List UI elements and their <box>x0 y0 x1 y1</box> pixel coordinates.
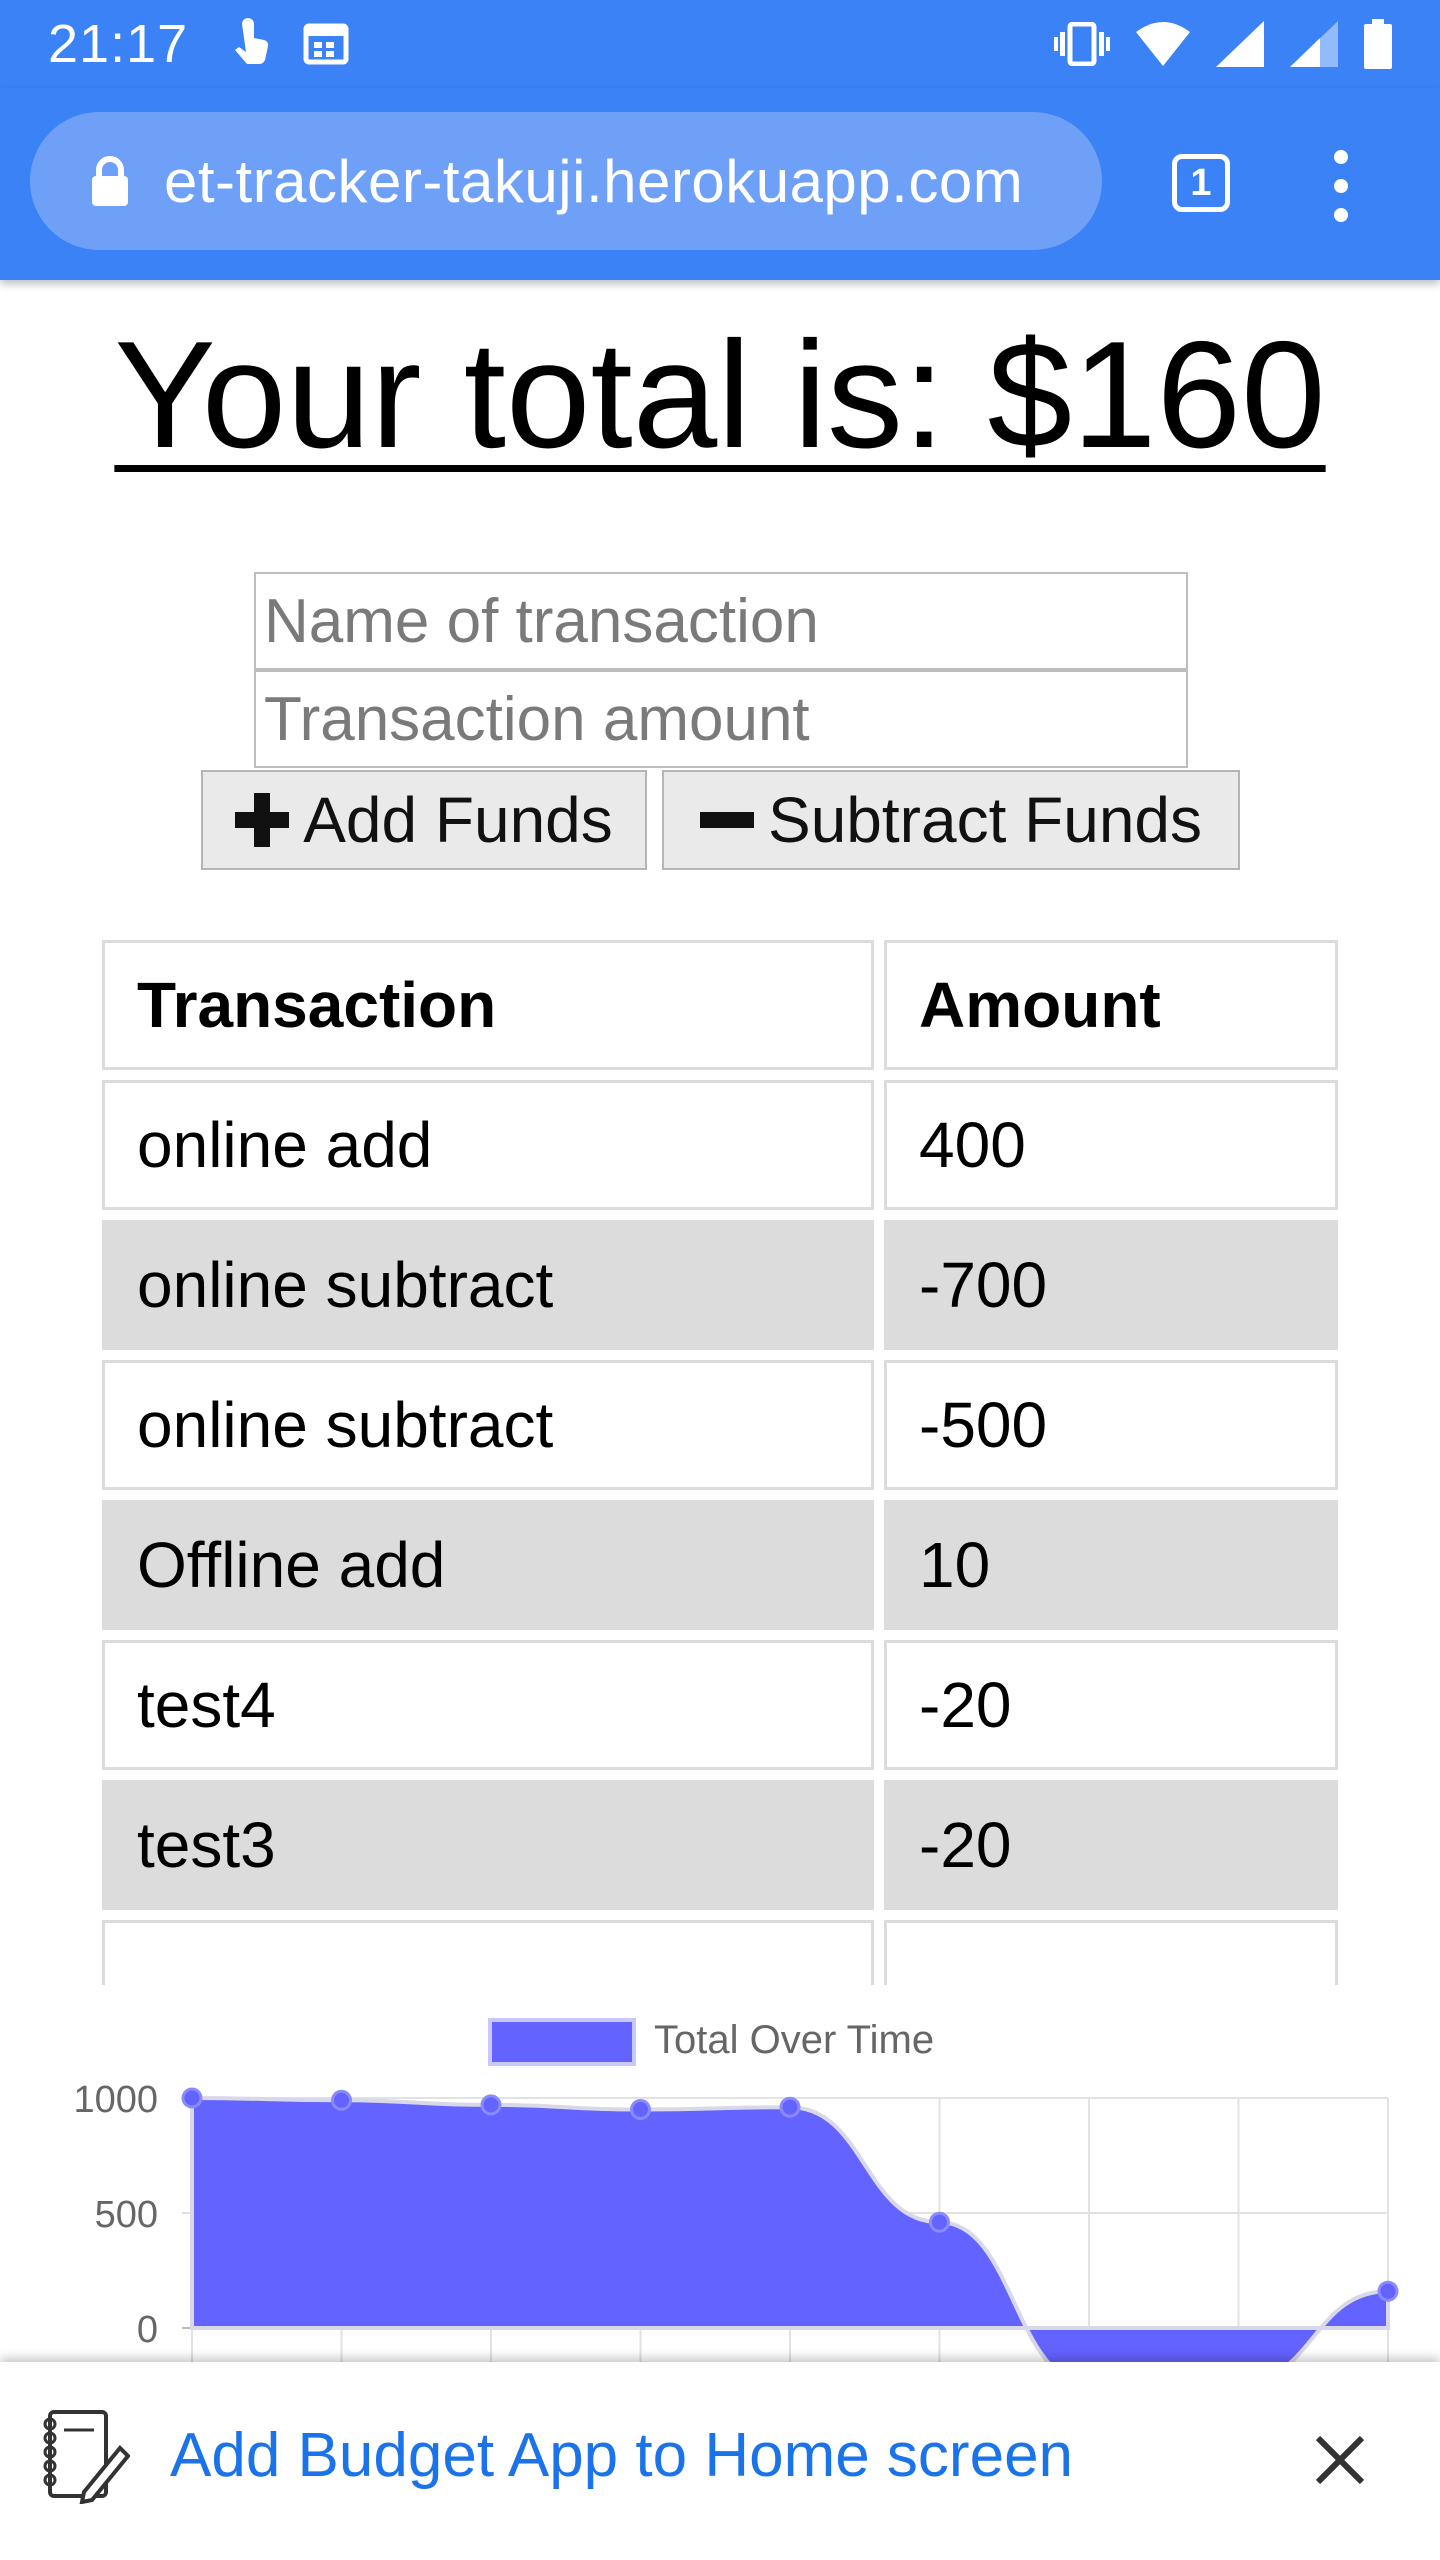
transaction-name-cell: test3 <box>102 1780 874 1910</box>
table-row: Offline add 10 <box>102 1500 1338 1630</box>
legend-label: Total Over Time <box>654 2018 934 2062</box>
url-text: et-tracker-takuji.herokuapp.com <box>164 147 1024 215</box>
browser-toolbar: et-tracker-takuji.herokuapp.com 1 <box>0 88 1440 280</box>
add-funds-label: Add Funds <box>303 784 613 856</box>
y-tick-label: 500 <box>95 2194 158 2236</box>
table-row: online add 400 <box>102 1080 1338 1210</box>
data-point <box>779 2096 801 2118</box>
tab-switcher-button[interactable]: 1 <box>1172 154 1230 212</box>
data-point <box>181 2087 203 2109</box>
transaction-amount-input[interactable] <box>254 670 1188 768</box>
more-menu-icon[interactable] <box>1328 150 1354 222</box>
notebook-pencil-icon <box>43 2410 130 2504</box>
table-row: online subtract -500 <box>102 1360 1338 1490</box>
transaction-name-cell: online subtract <box>102 1360 874 1490</box>
minus-icon <box>700 812 754 828</box>
plus-icon <box>235 793 290 847</box>
transaction-amount-cell: -20 <box>884 1640 1338 1770</box>
signal-icon <box>1216 21 1264 67</box>
table-row: online subtract -700 <box>102 1220 1338 1350</box>
transactions-table: Transaction Amount online add 400 online… <box>102 940 1338 1985</box>
subtract-funds-button[interactable]: Subtract Funds <box>662 770 1240 870</box>
chart-y-axis: 1000 500 0 <box>73 2079 158 2351</box>
transaction-name-cell <box>102 1920 874 1985</box>
transaction-amount-cell: 400 <box>884 1080 1338 1210</box>
data-point <box>1377 2280 1399 2302</box>
data-point <box>480 2094 502 2116</box>
calendar-icon <box>303 23 349 65</box>
subtract-funds-label: Subtract Funds <box>768 784 1202 856</box>
url-bar[interactable]: et-tracker-takuji.herokuapp.com <box>30 112 1102 250</box>
table-header-row: Transaction Amount <box>102 940 1338 1070</box>
total-over-time-chart: Total Over Time 1000 500 0 <box>73 2018 1399 2362</box>
table-row: test4 -20 <box>102 1640 1338 1770</box>
vibrate-icon <box>1054 22 1110 66</box>
battery-icon <box>1364 19 1392 69</box>
transaction-amount-cell: -700 <box>884 1220 1338 1350</box>
data-point <box>630 2099 651 2120</box>
wifi-icon <box>1136 22 1190 66</box>
transaction-amount-cell: -500 <box>884 1360 1338 1490</box>
transaction-name-cell: Offline add <box>102 1500 874 1630</box>
data-point <box>929 2211 950 2233</box>
transaction-amount-cell: -20 <box>884 1780 1338 1910</box>
add-to-home-text[interactable]: Add Budget App to Home screen <box>170 2420 1073 2491</box>
touch-icon <box>235 18 269 65</box>
legend-swatch <box>488 2018 636 2066</box>
lock-icon <box>92 156 128 206</box>
series-area <box>190 2095 1390 2362</box>
table-row: test3 -20 <box>102 1780 1338 1910</box>
chart-legend: Total Over Time <box>488 2018 934 2066</box>
y-tick-label: 0 <box>137 2309 158 2351</box>
transaction-amount-cell: 10 <box>884 1500 1338 1630</box>
transaction-name-cell: online subtract <box>102 1220 874 1350</box>
data-point <box>331 2089 352 2111</box>
status-bar: 21:17 <box>0 0 1440 88</box>
y-tick-label: 1000 <box>73 2079 158 2121</box>
column-header-transaction: Transaction <box>102 940 874 1070</box>
total-heading: Your total is: $160 <box>114 310 1326 480</box>
table-row-partial <box>102 1920 1338 1985</box>
add-to-home-banner[interactable]: Add Budget App to Home screen <box>0 2362 1440 2560</box>
column-header-amount: Amount <box>884 940 1338 1070</box>
add-funds-button[interactable]: Add Funds <box>201 770 647 870</box>
transaction-name-cell: test4 <box>102 1640 874 1770</box>
signal-2-icon <box>1290 21 1338 67</box>
close-icon[interactable] <box>1312 2432 1368 2488</box>
transaction-name-input[interactable] <box>254 572 1188 670</box>
transaction-amount-cell <box>884 1920 1338 1985</box>
status-time: 21:17 <box>48 14 189 74</box>
transaction-name-cell: online add <box>102 1080 874 1210</box>
